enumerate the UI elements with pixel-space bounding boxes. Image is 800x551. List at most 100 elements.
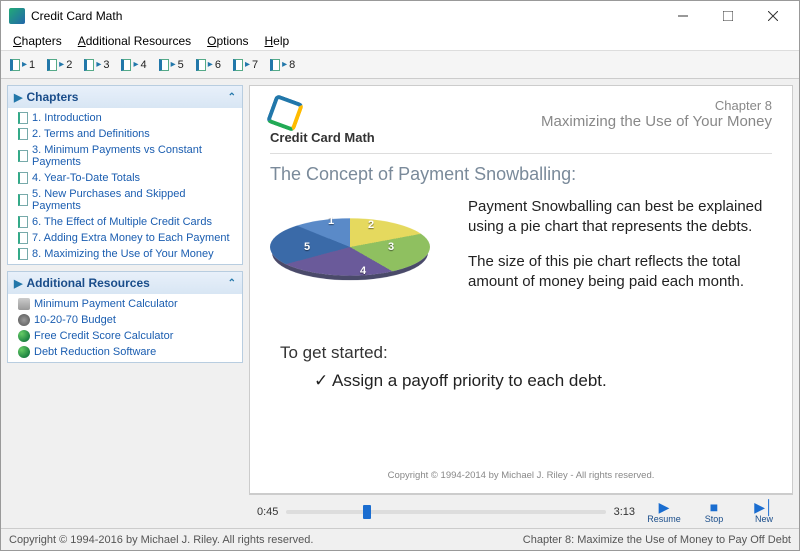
sidebar: ▶ Chapters ⌃ 1. Introduction 2. Terms an… <box>1 79 249 528</box>
resource-item[interactable]: Free Credit Score Calculator <box>8 328 242 344</box>
titlebar: Credit Card Math <box>1 1 799 31</box>
slice-label-5: 5 <box>304 241 310 253</box>
slide-header: Credit Card Math Chapter 8 Maximizing th… <box>270 98 772 154</box>
panel-title: Additional Resources <box>26 276 149 290</box>
play-icon: ▶ <box>659 500 670 514</box>
page-icon <box>18 128 28 140</box>
chapter-item[interactable]: 2. Terms and Definitions <box>8 126 242 142</box>
media-player: 0:45 3:13 ▶Resume ■Stop ▶│New <box>249 494 793 528</box>
progress-thumb[interactable] <box>363 505 371 519</box>
page-icon <box>10 59 20 71</box>
panel-resources: ▶ Additional Resources ⌃ Minimum Payment… <box>7 271 243 363</box>
calculator-icon <box>18 298 30 310</box>
chapter-number: Chapter 8 <box>541 98 772 113</box>
globe-icon <box>18 346 30 358</box>
time-current: 0:45 <box>257 506 278 518</box>
status-copyright: Copyright © 1994-2016 by Michael J. Rile… <box>9 534 313 546</box>
page-icon <box>18 150 28 162</box>
slide-copyright: Copyright © 1994-2014 by Michael J. Rile… <box>270 464 772 481</box>
toolbar-ch-5[interactable]: ▸5 <box>154 56 189 74</box>
window-title: Credit Card Math <box>31 9 660 23</box>
toolbar-ch-2[interactable]: ▸2 <box>42 56 77 74</box>
brand-name: Credit Card Math <box>270 130 375 145</box>
page-icon <box>18 172 28 184</box>
chapter-item[interactable]: 4. Year-To-Date Totals <box>8 170 242 186</box>
panel-chapters-header[interactable]: ▶ Chapters ⌃ <box>8 86 242 108</box>
minimize-button[interactable] <box>660 2 705 30</box>
page-icon <box>84 59 94 71</box>
page-icon <box>18 194 28 206</box>
page-icon <box>18 112 28 124</box>
chapter-item[interactable]: 1. Introduction <box>8 110 242 126</box>
chapter-name: Maximizing the Use of Your Money <box>541 113 772 130</box>
stop-button[interactable]: ■Stop <box>693 500 735 524</box>
collapse-icon: ⌃ <box>228 278 236 289</box>
resource-item[interactable]: 10-20-70 Budget <box>8 312 242 328</box>
resources-list: Minimum Payment Calculator 10-20-70 Budg… <box>8 294 242 362</box>
menu-help[interactable]: Help <box>257 32 298 50</box>
toolbar-ch-4[interactable]: ▸4 <box>116 56 151 74</box>
maximize-button[interactable] <box>705 2 750 30</box>
statusbar: Copyright © 1994-2016 by Michael J. Rile… <box>1 528 799 550</box>
status-chapter: Chapter 8: Maximize the Use of Money to … <box>523 534 791 546</box>
menu-options[interactable]: Options <box>199 32 256 50</box>
menu-chapters[interactable]: Chapters <box>5 32 70 50</box>
chapter-info: Chapter 8 Maximizing the Use of Your Mon… <box>541 98 772 130</box>
page-icon <box>47 59 57 71</box>
page-icon <box>18 216 28 228</box>
disk-icon <box>18 314 30 326</box>
toolbar-ch-8[interactable]: ▸8 <box>265 56 300 74</box>
slide: Credit Card Math Chapter 8 Maximizing th… <box>249 85 793 494</box>
toolbar: ▸1 ▸2 ▸3 ▸4 ▸5 ▸6 ▸7 ▸8 <box>1 51 799 79</box>
page-icon <box>18 248 28 260</box>
panel-chapters: ▶ Chapters ⌃ 1. Introduction 2. Terms an… <box>7 85 243 265</box>
skip-icon: ▶│ <box>754 500 774 514</box>
collapse-icon: ⌃ <box>228 92 236 103</box>
explanation: Payment Snowballing can best be explaine… <box>468 197 772 327</box>
page-icon <box>121 59 131 71</box>
page-icon <box>196 59 206 71</box>
new-button[interactable]: ▶│New <box>743 500 785 524</box>
chevron-right-icon: ▶ <box>14 277 22 290</box>
resource-item[interactable]: Debt Reduction Software <box>8 344 242 360</box>
page-icon <box>233 59 243 71</box>
page-icon <box>159 59 169 71</box>
app-icon <box>9 8 25 24</box>
concept-title: The Concept of Payment Snowballing: <box>270 164 772 185</box>
toolbar-ch-7[interactable]: ▸7 <box>228 56 263 74</box>
resume-button[interactable]: ▶Resume <box>643 500 685 524</box>
get-started-heading: To get started: <box>280 343 772 363</box>
chapter-item[interactable]: 7. Adding Extra Money to Each Payment <box>8 230 242 246</box>
checkmark-icon: ✓ <box>314 371 328 390</box>
paragraph-2: The size of this pie chart reflects the … <box>468 252 772 293</box>
chevron-right-icon: ▶ <box>14 91 22 104</box>
logo-mark-icon <box>270 98 300 128</box>
main: ▶ Chapters ⌃ 1. Introduction 2. Terms an… <box>1 79 799 528</box>
menu-resources[interactable]: Additional Resources <box>70 32 199 50</box>
page-icon <box>270 59 280 71</box>
panel-resources-header[interactable]: ▶ Additional Resources ⌃ <box>8 272 242 294</box>
menubar: Chapters Additional Resources Options He… <box>1 31 799 51</box>
panel-title: Chapters <box>26 90 78 104</box>
time-total: 3:13 <box>614 506 635 518</box>
brand-logo: Credit Card Math <box>270 98 375 145</box>
content-area: Credit Card Math Chapter 8 Maximizing th… <box>249 79 799 528</box>
slice-label-2: 2 <box>368 219 374 231</box>
chapter-item[interactable]: 3. Minimum Payments vs Constant Payments <box>8 142 242 170</box>
toolbar-ch-6[interactable]: ▸6 <box>191 56 226 74</box>
chapter-item[interactable]: 8. Maximizing the Use of Your Money <box>8 246 242 262</box>
resource-item[interactable]: Minimum Payment Calculator <box>8 296 242 312</box>
paragraph-1: Payment Snowballing can best be explaine… <box>468 197 772 238</box>
close-button[interactable] <box>750 2 795 30</box>
progress-track[interactable] <box>286 510 605 514</box>
globe-icon <box>18 330 30 342</box>
slice-label-1: 1 <box>328 215 334 227</box>
toolbar-ch-3[interactable]: ▸3 <box>79 56 114 74</box>
slice-label-4: 4 <box>360 265 366 277</box>
chapter-item[interactable]: 6. The Effect of Multiple Credit Cards <box>8 214 242 230</box>
toolbar-ch-1[interactable]: ▸1 <box>5 56 40 74</box>
chapter-item[interactable]: 5. New Purchases and Skipped Payments <box>8 186 242 214</box>
bullet-item: ✓ Assign a payoff priority to each debt. <box>314 371 772 391</box>
slice-label-3: 3 <box>388 241 394 253</box>
page-icon <box>18 232 28 244</box>
